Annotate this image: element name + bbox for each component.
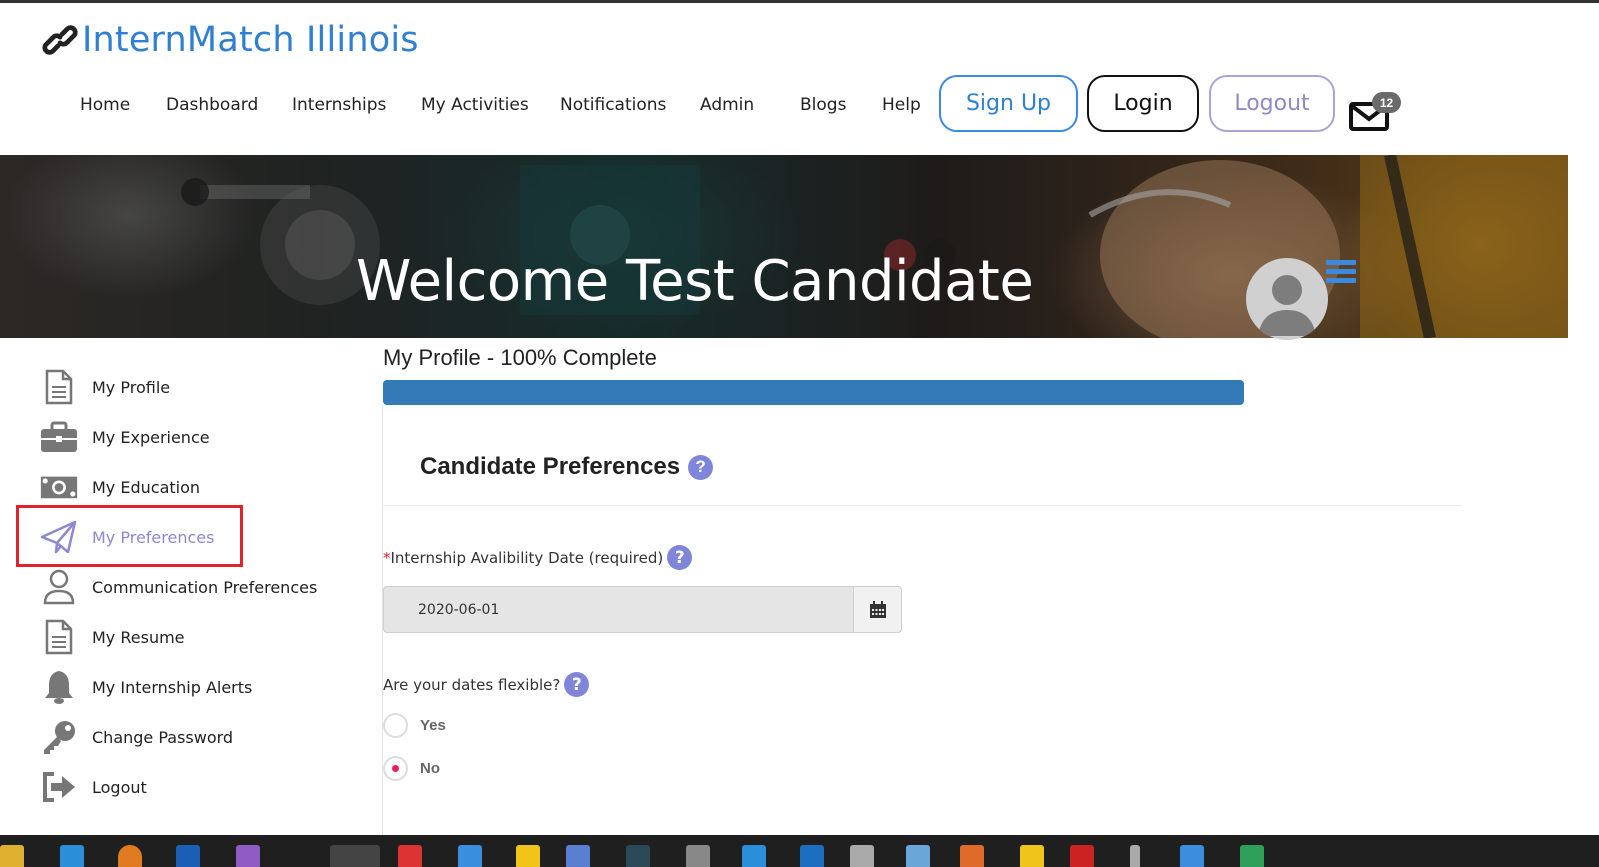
sidebar-item-my-preferences[interactable]: My Preferences <box>40 517 214 557</box>
sidebar-item-my-resume[interactable]: My Resume <box>40 617 185 657</box>
sidebar-item-label: My Preferences <box>92 527 215 547</box>
sign-out-icon <box>40 768 78 806</box>
paper-plane-icon <box>40 518 78 556</box>
taskbar-app-icon[interactable] <box>906 845 930 867</box>
key-icon <box>40 718 78 756</box>
required-mark: * <box>383 548 391 567</box>
flexible-option-no[interactable]: No <box>383 756 440 781</box>
profile-progress-title: My Profile - 100% Complete <box>383 345 657 370</box>
taskbar-app-icon[interactable] <box>398 845 422 867</box>
taskbar-app-icon[interactable] <box>1070 845 1094 867</box>
nav-internships[interactable]: Internships <box>292 95 386 115</box>
taskbar-app-icon[interactable] <box>176 845 200 867</box>
messages-button[interactable]: 12 <box>1348 92 1404 132</box>
sidebar-item-label: My Profile <box>92 377 171 397</box>
help-icon[interactable]: ? <box>688 454 714 480</box>
taskbar-app-icon[interactable] <box>626 845 650 867</box>
user-avatar[interactable] <box>1246 258 1328 340</box>
flexible-label-text: Are your dates flexible? <box>383 675 561 694</box>
taskbar-app-icon[interactable] <box>686 845 710 867</box>
radio-no[interactable] <box>383 756 408 781</box>
os-taskbar <box>0 835 1599 867</box>
taskbar-app-icon[interactable] <box>1240 845 1264 867</box>
taskbar-app-icon[interactable] <box>236 845 260 867</box>
nav-home[interactable]: Home <box>80 95 130 115</box>
link-chain-icon <box>42 25 78 55</box>
radio-yes[interactable] <box>383 713 408 738</box>
taskbar-app-icon[interactable] <box>566 845 590 867</box>
section-heading: Candidate Preferences ? <box>420 453 714 481</box>
taskbar-active-app[interactable] <box>330 845 380 867</box>
sidebar-item-label: My Experience <box>92 427 210 447</box>
nav-notifications[interactable]: Notifications <box>560 95 666 115</box>
site-logo[interactable]: InternMatch Illinois <box>42 20 419 60</box>
sidebar-item-label: Communication Preferences <box>92 577 318 597</box>
sidebar-item-my-education[interactable]: My Education <box>40 467 200 507</box>
profile-progress-fill <box>383 380 1244 405</box>
sidebar-item-logout[interactable]: Logout <box>40 767 147 807</box>
taskbar-app-icon[interactable] <box>742 845 766 867</box>
bell-icon <box>40 668 78 706</box>
hamburger-menu-icon[interactable] <box>1326 260 1356 288</box>
profile-progress-bar <box>383 380 1244 405</box>
section-divider <box>383 505 1461 506</box>
sidebar-item-communication-preferences[interactable]: Communication Preferences <box>40 567 317 607</box>
top-border <box>0 0 1599 3</box>
help-icon[interactable]: ? <box>667 545 693 570</box>
file-explorer-icon[interactable] <box>0 845 24 867</box>
sidebar-item-label: Change Password <box>92 727 234 747</box>
taskbar-app-icon[interactable] <box>118 845 142 867</box>
calendar-icon <box>869 600 886 618</box>
sidebar-item-label: My Education <box>92 477 201 497</box>
taskbar-app-icon[interactable] <box>1180 845 1204 867</box>
availability-date-field <box>383 586 902 633</box>
help-icon[interactable]: ? <box>564 672 590 697</box>
briefcase-icon <box>40 418 78 456</box>
money-icon <box>40 468 78 506</box>
document-icon <box>40 618 78 656</box>
radio-label: No <box>420 760 440 777</box>
availability-label-text: Internship Avalibility Date (required) <box>390 548 664 567</box>
logo-text: InternMatch Illinois <box>82 20 419 60</box>
login-button[interactable]: Login <box>1087 75 1199 132</box>
nav-my-activities[interactable]: My Activities <box>421 95 529 115</box>
logout-button[interactable]: Logout <box>1209 75 1335 132</box>
taskbar-app-icon[interactable] <box>960 845 984 867</box>
sidebar-item-my-profile[interactable]: My Profile <box>40 367 170 407</box>
availability-date-label: * Internship Avalibility Date (required)… <box>383 545 693 570</box>
nav-blogs[interactable]: Blogs <box>800 95 846 115</box>
availability-date-input[interactable] <box>384 587 853 632</box>
sidebar-item-my-internship-alerts[interactable]: My Internship Alerts <box>40 667 252 707</box>
sidebar-item-label: My Internship Alerts <box>92 677 253 697</box>
sidebar-item-change-password[interactable]: Change Password <box>40 717 233 757</box>
sidebar-item-label: Logout <box>92 777 147 797</box>
nav-help[interactable]: Help <box>882 95 921 115</box>
radio-label: Yes <box>420 717 446 734</box>
flexible-option-yes[interactable]: Yes <box>383 713 446 738</box>
user-silhouette-icon <box>1258 275 1316 336</box>
nav-dashboard[interactable]: Dashboard <box>166 95 258 115</box>
taskbar-app-icon[interactable] <box>850 845 874 867</box>
nav-admin[interactable]: Admin <box>700 95 754 115</box>
taskbar-app-icon[interactable] <box>1130 845 1140 867</box>
message-count-badge: 12 <box>1372 92 1401 113</box>
taskbar-app-icon[interactable] <box>516 845 540 867</box>
signup-button[interactable]: Sign Up <box>939 75 1078 132</box>
taskbar-app-icon[interactable] <box>1020 845 1044 867</box>
section-title-text: Candidate Preferences <box>420 453 681 480</box>
dates-flexible-label: Are your dates flexible? ? <box>383 672 590 697</box>
taskbar-app-icon[interactable] <box>458 845 482 867</box>
user-icon <box>40 568 78 606</box>
calendar-button[interactable] <box>853 587 901 632</box>
sidebar-item-label: My Resume <box>92 627 185 647</box>
sidebar-item-my-experience[interactable]: My Experience <box>40 417 210 457</box>
document-icon <box>40 368 78 406</box>
taskbar-app-icon[interactable] <box>800 845 824 867</box>
taskbar-app-icon[interactable] <box>60 845 84 867</box>
hero-banner: Welcome Test Candidate <box>0 155 1568 338</box>
welcome-heading: Welcome Test Candidate <box>356 249 1034 314</box>
